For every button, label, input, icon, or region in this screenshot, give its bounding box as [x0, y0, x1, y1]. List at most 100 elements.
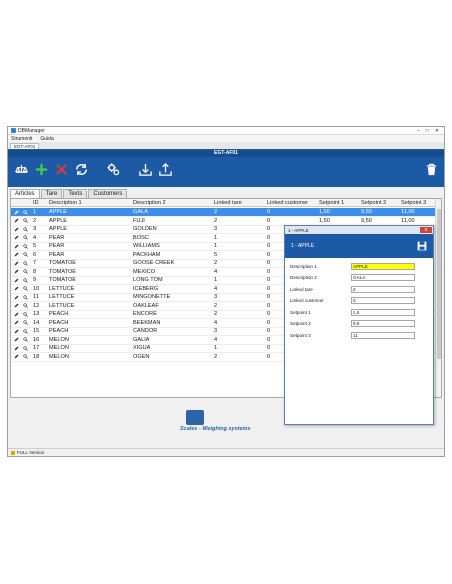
edit-icon[interactable] — [14, 337, 19, 342]
edit-icon[interactable] — [14, 235, 19, 240]
refresh-button[interactable] — [74, 162, 89, 177]
edit-icon[interactable] — [14, 278, 19, 283]
view-icon[interactable] — [23, 243, 28, 249]
menu-strumenti[interactable]: Strumenti — [11, 136, 32, 142]
settings-icon — [107, 163, 120, 176]
field-label-linked-customer: Linked customer — [290, 298, 324, 303]
save-icon[interactable] — [417, 241, 427, 251]
column-header-description-2[interactable]: Description 2 — [133, 199, 166, 207]
column-header-setpoint-3[interactable]: Setpoint 3 — [401, 199, 426, 207]
view-icon[interactable] — [23, 218, 28, 223]
view-icon[interactable] — [23, 286, 28, 291]
view-icon[interactable] — [23, 337, 28, 342]
dialog-title: 1 - APPLE — [288, 227, 309, 233]
add-button[interactable] — [34, 162, 49, 177]
table-header: ID Description 1 Description 2 Linked ta… — [11, 199, 441, 208]
edit-icon[interactable] — [14, 218, 19, 223]
export-button[interactable] — [158, 162, 173, 177]
dialog-title-bar: 1 - APPLE X — [285, 226, 433, 234]
view-icon[interactable] — [23, 345, 28, 351]
settings-button[interactable] — [106, 162, 121, 177]
column-header-id[interactable]: ID — [33, 199, 39, 207]
import-button[interactable] — [138, 162, 153, 177]
brand-logo: Scales - Weighing systems — [180, 410, 276, 434]
minimize-icon[interactable]: – — [417, 128, 420, 134]
column-header-linked-customer[interactable]: Linked customer — [267, 199, 308, 207]
field-label-setpoint-3: Setpoint 3 — [290, 332, 311, 338]
view-icon[interactable] — [23, 303, 28, 308]
status-text: FULL Version — [17, 450, 45, 455]
scrollbar-thumb[interactable] — [437, 209, 441, 359]
description-1-field[interactable]: APPLE — [351, 262, 415, 270]
edit-icon[interactable] — [14, 261, 19, 266]
license-icon — [11, 450, 15, 455]
edit-icon[interactable] — [14, 286, 19, 291]
field-label-description-2: Description 2 — [290, 275, 317, 280]
add-icon — [35, 163, 48, 176]
field-label-description-1: Description 1 — [290, 263, 317, 269]
linked-customer-field[interactable]: 0 — [351, 297, 415, 304]
import-icon — [139, 163, 152, 176]
menu-bar: Strumenti Guida — [8, 135, 444, 142]
setpoint-3-field[interactable]: 11 — [351, 331, 415, 339]
view-icon[interactable] — [23, 226, 28, 232]
view-icon[interactable] — [23, 328, 28, 334]
view-icon[interactable] — [23, 277, 28, 283]
column-header-setpoint-1[interactable]: Setpoint 1 — [319, 199, 344, 207]
field-row-linked-customer: Linked customer 0 — [290, 297, 415, 305]
table-scrollbar[interactable] — [435, 199, 441, 397]
document-tab-strip: EGT-AF01 — [8, 142, 444, 149]
field-row-description-1: Description 1 APPLE — [290, 262, 415, 270]
edit-icon[interactable] — [14, 244, 19, 249]
scale-button[interactable] — [14, 162, 29, 177]
field-row-setpoint-3: Setpoint 3 11 — [290, 331, 415, 339]
edit-icon[interactable] — [14, 210, 19, 215]
window-controls[interactable]: – □ ✕ — [417, 128, 444, 134]
edit-icon[interactable] — [14, 346, 19, 351]
field-row-linked-tare: Linked tare 2 — [290, 285, 415, 293]
tab-texts[interactable]: Texts — [63, 189, 88, 198]
field-label-setpoint-1: Setpoint 1 — [290, 309, 311, 315]
column-header-setpoint-2[interactable]: Setpoint 2 — [361, 199, 386, 207]
view-icon[interactable] — [23, 235, 28, 240]
tab-tare[interactable]: Tare — [40, 189, 63, 198]
view-icon[interactable] — [23, 294, 28, 300]
toolbar-ribbon: EGT-AF01 — [8, 149, 444, 187]
edit-icon[interactable] — [14, 269, 19, 274]
view-icon[interactable] — [23, 260, 28, 266]
delete-button[interactable] — [54, 162, 69, 177]
menu-guida[interactable]: Guida — [40, 136, 53, 142]
edit-icon[interactable] — [14, 329, 19, 334]
app-icon — [11, 128, 16, 133]
edit-icon[interactable] — [14, 320, 19, 325]
view-icon[interactable] — [23, 354, 28, 359]
setpoint-2-field[interactable]: 9,5 — [351, 320, 415, 327]
edit-icon[interactable] — [14, 252, 19, 257]
view-icon[interactable] — [23, 252, 28, 257]
description-2-field[interactable]: GALA — [351, 274, 415, 281]
ribbon-title: EGT-AF01 — [8, 150, 444, 157]
view-icon[interactable] — [23, 320, 28, 325]
tab-customers[interactable]: Customers — [88, 189, 128, 198]
maximize-icon[interactable]: □ — [426, 128, 429, 134]
view-icon[interactable] — [23, 311, 28, 317]
view-icon[interactable] — [23, 269, 28, 274]
dialog-close-button[interactable]: X — [420, 227, 432, 233]
edit-icon[interactable] — [14, 295, 19, 300]
edit-icon[interactable] — [14, 354, 19, 359]
window-title: DBManager — [18, 127, 45, 134]
setpoint-1-field[interactable]: 1,5 — [351, 308, 415, 316]
field-row-setpoint-1: Setpoint 1 1,5 — [290, 308, 415, 316]
edit-icon[interactable] — [14, 227, 19, 232]
column-header-description-1[interactable]: Description 1 — [49, 199, 82, 207]
linked-tare-field[interactable]: 2 — [351, 285, 415, 293]
edit-icon[interactable] — [14, 312, 19, 317]
column-header-linked-tare[interactable]: Linked tare — [214, 199, 242, 207]
title-bar: DBManager – □ ✕ — [8, 127, 444, 135]
trash-icon — [426, 163, 437, 176]
edit-icon[interactable] — [14, 303, 19, 308]
close-icon[interactable]: ✕ — [435, 128, 439, 134]
status-bar: FULL Version — [8, 448, 444, 456]
trash-button[interactable] — [424, 162, 439, 177]
view-icon[interactable] — [23, 209, 28, 215]
